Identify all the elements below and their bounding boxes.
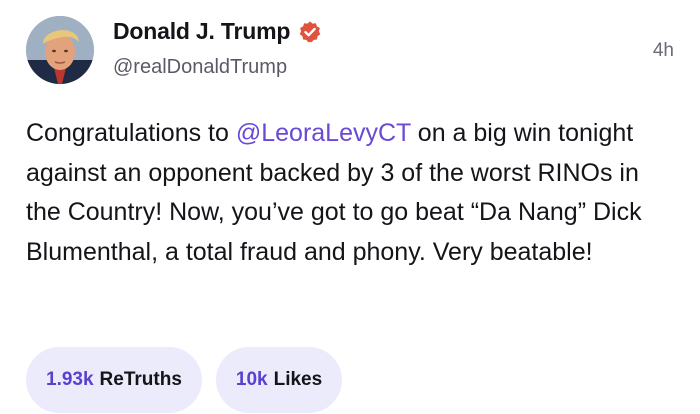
author-display-name[interactable]: Donald J. Trump xyxy=(113,18,290,45)
author-name-row: Donald J. Trump xyxy=(113,18,322,45)
avatar[interactable] xyxy=(26,16,94,84)
retruths-button[interactable]: 1.93k ReTruths xyxy=(26,347,202,413)
post-text-intro: Congratulations to xyxy=(26,119,236,147)
retruths-count: 1.93k xyxy=(46,369,94,390)
avatar-image xyxy=(26,16,94,84)
post-body: Congratulations to @LeoraLevyCT on a big… xyxy=(26,114,676,272)
author-handle[interactable]: @realDonaldTrump xyxy=(113,56,287,79)
post-card: Donald J. Trump @realDonaldTrump 4h Cong… xyxy=(0,0,700,414)
likes-button[interactable]: 10k Likes xyxy=(215,347,343,413)
mention-link[interactable]: @LeoraLevyCT xyxy=(236,119,411,147)
likes-label: Likes xyxy=(273,369,323,390)
likes-count: 10k xyxy=(235,369,268,390)
verified-badge-icon xyxy=(298,20,322,44)
retruths-label: ReTruths xyxy=(99,369,182,390)
post-timestamp[interactable]: 4h xyxy=(653,40,674,62)
post-stats: 1.93k ReTruths 10k Likes xyxy=(26,347,343,413)
